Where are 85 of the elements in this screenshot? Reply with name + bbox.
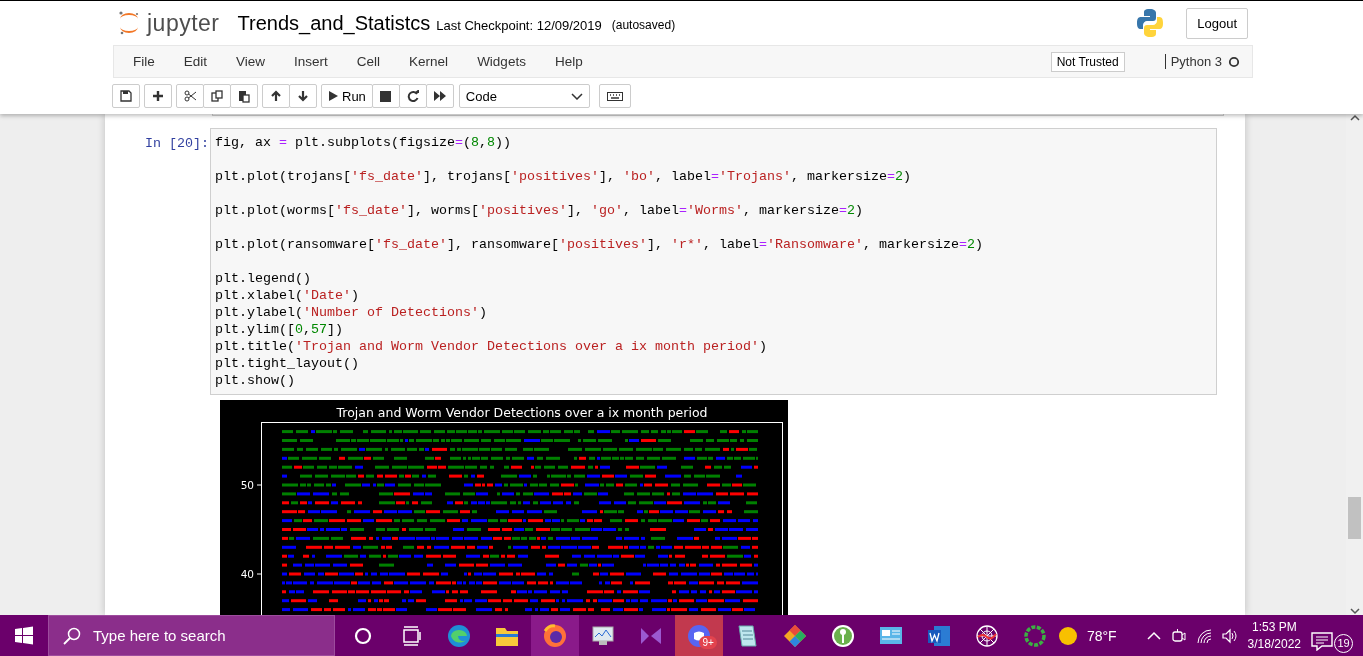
plot-title: Trojan and Worm Vendor Detections over a ix month period [336, 405, 708, 420]
move-down-button[interactable] [289, 84, 317, 108]
spider-web-icon[interactable] [973, 622, 1000, 649]
fox-browser-icon[interactable] [541, 622, 568, 649]
save-button[interactable] [112, 84, 140, 108]
up-arrow-icon [270, 90, 282, 102]
copy-icon [211, 90, 223, 102]
menu-item[interactable]: Insert [279, 46, 342, 77]
checkpoint-text: Last Checkpoint: 12/09/2019 [436, 16, 602, 33]
input-prompt: In [20]: [145, 135, 210, 153]
stop-icon [380, 90, 392, 102]
kernel-status-icon [1228, 55, 1240, 68]
code-line: plt.tight_layout() [215, 355, 360, 372]
jupyter-logo-icon [117, 10, 141, 36]
key-circle-icon[interactable] [829, 622, 856, 649]
camera-icon[interactable] [1170, 628, 1186, 643]
y-tick-mark [256, 484, 262, 486]
keyboard-shortcuts-button[interactable] [598, 84, 631, 108]
play-icon [328, 90, 338, 102]
menu-item[interactable]: Cell [341, 46, 395, 77]
dotted-ring-icon[interactable] [1021, 622, 1048, 649]
cell-type-dropdown[interactable]: Code [458, 84, 590, 108]
jupyter-logo-text[interactable]: jupyter [147, 9, 220, 37]
run-button[interactable]: Run [321, 84, 373, 108]
y-tick-mark [256, 573, 262, 575]
not-trusted-indicator[interactable]: Not Trusted [1050, 51, 1125, 72]
sun-weather-icon[interactable] [1058, 626, 1077, 645]
move-up-button[interactable] [262, 84, 290, 108]
code-line: plt.show() [215, 372, 296, 389]
down-arrow-icon [297, 90, 309, 102]
stop-button[interactable] [371, 84, 400, 108]
restart-button[interactable] [398, 84, 427, 108]
kernel-name: Python 3 [1164, 54, 1222, 69]
notifications-icon[interactable] [1311, 629, 1333, 651]
search-icon [63, 626, 81, 645]
scroll-up-icon[interactable] [1349, 114, 1360, 122]
cortana-circle-icon[interactable] [353, 626, 372, 645]
windows-start-icon[interactable] [14, 626, 34, 645]
code-cell[interactable] [210, 128, 1217, 395]
menu-item[interactable]: Help [539, 46, 597, 77]
speaker-icon[interactable] [1221, 627, 1238, 644]
copy-button[interactable] [203, 84, 231, 108]
plus-icon [152, 90, 164, 102]
save-icon [120, 90, 132, 102]
python-logo-icon [1136, 8, 1165, 38]
menu-item[interactable]: Edit [168, 46, 222, 77]
browser-swirl-icon[interactable] [445, 622, 472, 649]
keyboard-icon [606, 91, 623, 101]
menu-item[interactable]: View [221, 46, 280, 77]
weather-temperature[interactable]: 78°F [1086, 627, 1117, 644]
paste-button[interactable] [230, 84, 258, 108]
autosave-status: (autosaved) [611, 17, 676, 32]
wifi-icon[interactable] [1195, 627, 1212, 644]
code-line: plt.ylim([0,57]) [215, 321, 344, 338]
chevron-down-icon [570, 92, 583, 100]
cut-button[interactable] [176, 84, 204, 108]
code-line: plt.legend() [215, 270, 312, 287]
code-line: plt.plot(ransomware['fs_date'], ransomware['positives'], 'r*', label='Ransomware', markersize=2) [215, 236, 984, 253]
y-tick-label: 50 [240, 479, 254, 491]
menu-item[interactable]: Kernel [394, 46, 463, 77]
notification-badge: 9+ [699, 636, 717, 649]
notebook-name[interactable]: Trends_and_Statistcs [237, 11, 431, 35]
insert-cell-button[interactable] [144, 84, 172, 108]
y-tick-label: 40 [240, 568, 254, 580]
code-line: plt.xlabel('Date') [215, 287, 360, 304]
code-line: plt.ylabel('Number of Detections') [215, 304, 488, 321]
code-line: fig, ax = plt.subplots(figsize=(8,8)) [215, 134, 512, 151]
taskbar-search-field[interactable]: Type here to search [48, 615, 335, 656]
code-line: plt.plot(worms['fs_date'], worms['positives'], 'go', label='Worms', markersize=2) [215, 202, 864, 219]
paste-icon [238, 89, 250, 103]
chevron-up-icon[interactable] [1146, 629, 1161, 642]
notification-count: 19 [1334, 633, 1353, 653]
fast-forward-icon [433, 90, 446, 102]
code-line: plt.plot(trojans['fs_date'], trojans['positives'], 'bo', label='Trojans', markersize=2) [215, 168, 912, 185]
scroll-thumb[interactable] [1348, 497, 1361, 539]
scrollbar[interactable] [1346, 114, 1363, 615]
scroll-down-icon[interactable] [1349, 607, 1360, 615]
restart-icon [406, 90, 419, 102]
code-line: plt.title('Trojan and Worm Vendor Detections over a ix month period') [215, 338, 768, 355]
taskbar-clock[interactable]: 1:53 PM 3/18/2022 [1247, 618, 1301, 653]
menu-item[interactable]: Widgets [462, 46, 540, 77]
run-all-button[interactable] [425, 84, 454, 108]
logout-button[interactable]: Logout [1186, 7, 1248, 39]
scissors-icon [184, 90, 196, 102]
menu-item[interactable]: File [118, 46, 169, 77]
